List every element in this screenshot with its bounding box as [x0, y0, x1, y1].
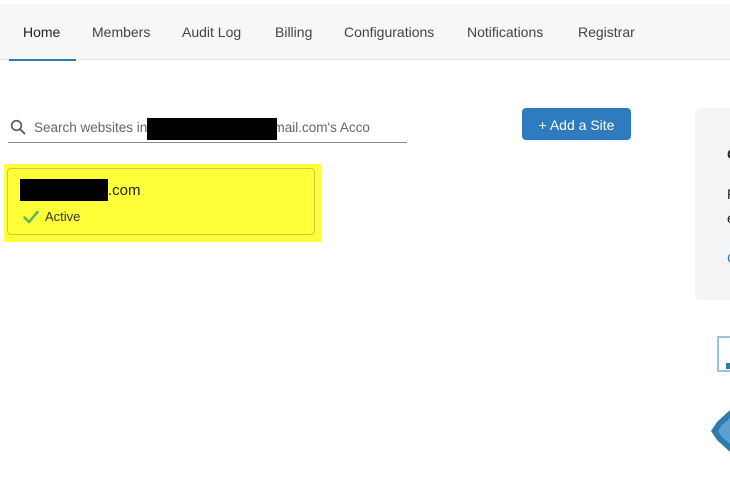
redacted-domain: [20, 179, 108, 201]
tab-home[interactable]: Home: [8, 4, 77, 61]
tab-notifications[interactable]: Notifications: [467, 4, 543, 60]
side-panel: C F e C: [695, 108, 730, 300]
document-illustration-icon: [717, 336, 730, 372]
tab-members[interactable]: Members: [92, 4, 150, 60]
tab-registrar[interactable]: Registrar: [578, 4, 635, 60]
check-icon: [23, 210, 39, 224]
search-icon: [10, 119, 26, 135]
site-status: Active: [23, 209, 80, 224]
site-card[interactable]: .com Active: [7, 168, 315, 235]
site-domain: .com: [108, 182, 141, 199]
top-navigation: Home Members Audit Log Billing Configura…: [0, 4, 730, 61]
tab-configurations[interactable]: Configurations: [344, 4, 434, 60]
tab-billing[interactable]: Billing: [275, 4, 312, 60]
status-label: Active: [45, 209, 81, 224]
shield-illustration-icon: [711, 410, 730, 452]
tab-audit-log[interactable]: Audit Log: [182, 4, 241, 60]
redacted-email: [147, 118, 277, 140]
add-site-button[interactable]: + Add a Site: [522, 108, 631, 140]
